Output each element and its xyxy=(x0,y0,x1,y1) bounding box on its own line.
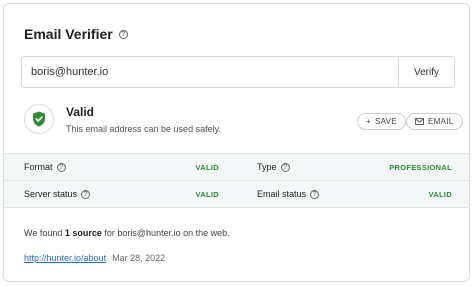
details-row: Format ? VALID Type ? PROFESSIONAL xyxy=(4,154,469,181)
help-icon[interactable]: ? xyxy=(56,162,66,172)
source-date: Mar 28, 2022 xyxy=(112,253,166,263)
help-icon[interactable]: ? xyxy=(280,162,290,172)
status-title: Valid xyxy=(66,104,95,119)
status-description: This email address can be used safely. xyxy=(66,123,221,134)
help-icon[interactable]: ? xyxy=(310,189,320,199)
status-text: Valid This email address can be used saf… xyxy=(66,105,221,134)
verification-status: Valid This email address can be used saf… xyxy=(24,104,221,134)
help-icon[interactable]: ? xyxy=(81,189,91,199)
details-table: Format ? VALID Type ? PROFESSIONAL Serve… xyxy=(4,153,469,208)
email-label: EMAIL xyxy=(428,117,454,126)
format-label: Format xyxy=(24,162,53,172)
sources-count: 1 source xyxy=(64,228,102,238)
server-status-label: Server status xyxy=(24,189,78,199)
plus-icon: + xyxy=(366,117,371,126)
email-status-value: VALID xyxy=(428,189,452,199)
details-row: Server status ? VALID Email status ? VAL… xyxy=(4,181,469,208)
email-button[interactable]: EMAIL xyxy=(406,113,463,130)
email-status-label: Email status xyxy=(257,189,307,199)
verify-button[interactable]: Verify xyxy=(398,57,454,87)
type-value: PROFESSIONAL xyxy=(389,162,452,172)
email-search-bar: Verify xyxy=(21,56,455,88)
server-status-cell: Server status ? VALID xyxy=(4,189,237,199)
format-value: VALID xyxy=(195,162,219,172)
email-input[interactable] xyxy=(22,57,398,87)
email-verifier-card: Email Verifier ? Verify Valid This email… xyxy=(3,3,470,282)
shield-check-icon xyxy=(24,104,54,134)
source-link[interactable]: http://hunter.io/about xyxy=(24,253,106,263)
format-cell: Format ? VALID xyxy=(4,162,237,172)
title-row: Email Verifier ? xyxy=(24,26,128,42)
help-icon[interactable]: ? xyxy=(118,29,128,39)
sources-prefix: We found xyxy=(24,228,65,238)
save-label: SAVE xyxy=(374,117,397,126)
server-status-value: VALID xyxy=(195,189,219,199)
page-title: Email Verifier xyxy=(24,26,113,42)
sources-suffix: for boris@hunter.io on the web. xyxy=(101,228,230,238)
source-item: http://hunter.io/about Mar 28, 2022 xyxy=(24,253,165,263)
envelope-icon xyxy=(415,118,424,125)
type-label: Type xyxy=(257,162,277,172)
email-status-cell: Email status ? VALID xyxy=(237,189,469,199)
type-cell: Type ? PROFESSIONAL xyxy=(237,162,469,172)
save-button[interactable]: + SAVE xyxy=(357,113,406,130)
sources-summary: We found 1 source for boris@hunter.io on… xyxy=(24,228,230,238)
